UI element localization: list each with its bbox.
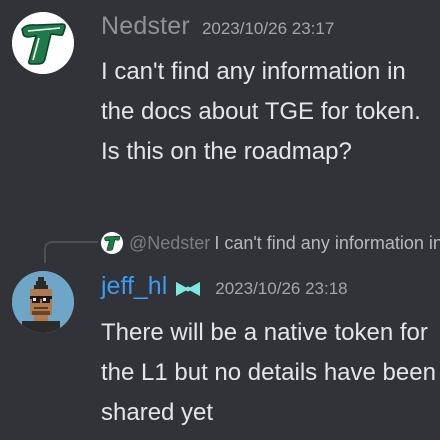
message-text: I can't find any information in the docs… bbox=[101, 58, 421, 165]
username[interactable]: jeff_hl bbox=[101, 272, 167, 301]
reply-text: I can't find any information in the docs… bbox=[214, 232, 440, 253]
pixel-punk-avatar-icon bbox=[12, 271, 74, 333]
tulane-t-logo-icon bbox=[12, 12, 74, 74]
timestamp: 2023/10/26 23:18 bbox=[215, 279, 348, 298]
message-text: There will be a native token for the L1 … bbox=[101, 319, 436, 426]
bowtie-badge-icon[interactable] bbox=[175, 280, 201, 298]
reply-connector bbox=[44, 241, 98, 263]
avatar[interactable] bbox=[12, 271, 74, 333]
message-header: Nedster 2023/10/26 23:17 bbox=[101, 12, 334, 46]
reply-preview[interactable]: @Nedster I can't find any information in… bbox=[101, 229, 440, 257]
reply-mention[interactable]: @Nedster bbox=[129, 233, 210, 254]
tulane-t-logo-icon bbox=[101, 232, 123, 254]
timestamp: 2023/10/26 23:17 bbox=[201, 19, 335, 38]
message-header: jeff_hl 2023/10/26 23:18 bbox=[101, 272, 348, 306]
reply-avatar bbox=[101, 232, 123, 254]
chat-message-list: Nedster 2023/10/26 23:17 I can't find an… bbox=[0, 0, 440, 440]
username[interactable]: Nedster bbox=[101, 12, 190, 41]
avatar[interactable] bbox=[12, 12, 74, 74]
